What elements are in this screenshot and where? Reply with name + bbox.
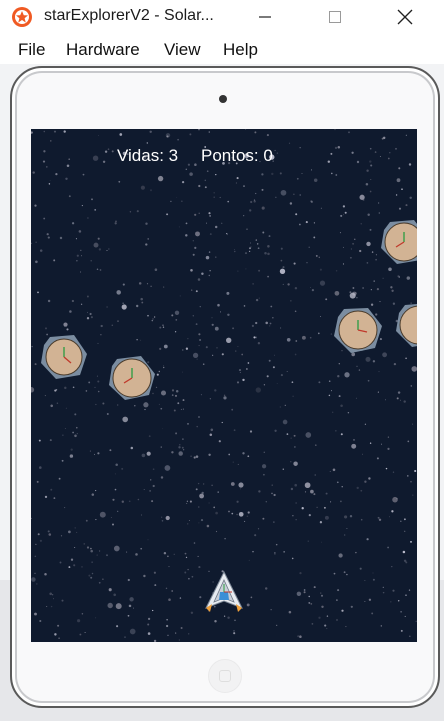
lives-counter: Vidas: 3 (117, 146, 179, 165)
asteroid (381, 220, 417, 264)
score-counter: Pontos: 0 (201, 146, 273, 165)
title-bar[interactable]: starExplorerV2 - Solar... (0, 0, 444, 35)
minimize-icon (259, 16, 271, 18)
emulator-window: starExplorerV2 - Solar... File Hardware … (0, 0, 444, 721)
game-objects (41, 220, 417, 612)
menu-hardware[interactable]: Hardware (66, 40, 140, 60)
close-button[interactable] (382, 0, 428, 34)
asteroid (41, 335, 87, 379)
window-title: starExplorerV2 - Solar... (44, 7, 214, 24)
maximize-icon (329, 11, 341, 23)
menu-view[interactable]: View (164, 40, 201, 60)
menu-file[interactable]: File (18, 40, 45, 60)
asteroid (396, 304, 417, 347)
maximize-button[interactable] (312, 0, 358, 34)
close-icon (397, 9, 413, 25)
asteroid (334, 308, 382, 353)
player-ship (204, 570, 244, 612)
menu-bar: File Hardware View Help (0, 34, 444, 64)
game-screen[interactable]: Vidas: 3 Pontos: 0 (31, 129, 417, 642)
menu-help[interactable]: Help (223, 40, 258, 60)
front-camera (219, 95, 227, 103)
minimize-button[interactable] (242, 0, 288, 34)
app-icon (12, 7, 32, 27)
asteroid (109, 356, 155, 400)
home-button[interactable] (208, 659, 242, 693)
